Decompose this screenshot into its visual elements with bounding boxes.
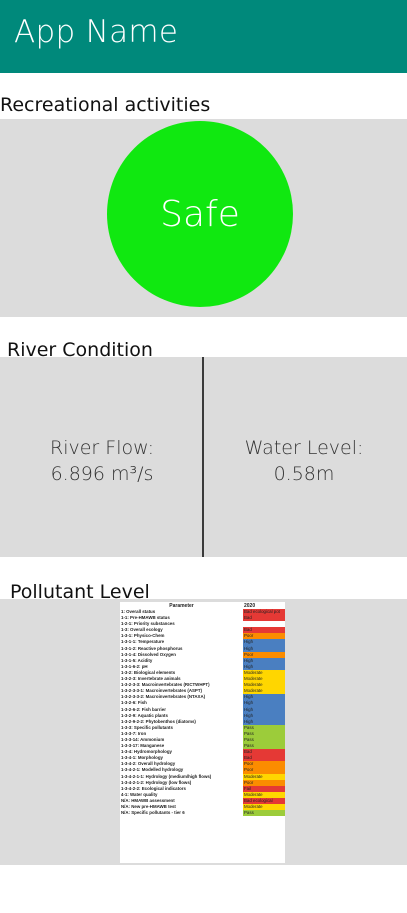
- recreation-card: Safe: [0, 119, 407, 317]
- pollutant-table: Parameter 2020 1: Overall status Bad ecol…: [120, 602, 285, 817]
- pollutant-card: Parameter 2020 1: Overall status Bad ecol…: [0, 599, 407, 865]
- water-level-value: 0.58m: [273, 463, 335, 485]
- river-card: River Flow: 6.896 m³/s Water Level: 0.58…: [0, 357, 407, 557]
- app-title: App Name: [14, 14, 179, 50]
- safety-status-indicator: Safe: [107, 121, 293, 307]
- status-cell: Pass: [243, 810, 285, 817]
- river-flow-metric: River Flow: 6.896 m³/s: [2, 435, 202, 487]
- recreation-section-title: Recreational activities: [0, 94, 211, 116]
- header-parameter: Parameter: [169, 602, 194, 609]
- pollutant-table-image: Parameter 2020 1: Overall status Bad ecol…: [120, 602, 285, 863]
- parameter-cell: N/A: Specific pollutants - tier 6: [121, 810, 185, 816]
- app-bar: App Name: [0, 0, 407, 73]
- water-level-label: Water Level:: [244, 437, 364, 459]
- header-year: 2020: [244, 602, 256, 609]
- table-row: N/A: Specific pollutants - tier 6 Pass: [120, 810, 285, 817]
- safety-status-label: Safe: [160, 193, 240, 235]
- river-flow-label: River Flow:: [50, 437, 154, 459]
- river-flow-value: 6.896 m³/s: [50, 463, 154, 485]
- water-level-metric: Water Level: 0.58m: [204, 435, 404, 487]
- table-row: 1-3-4-2-1-1: Hydrology (medium/high flow…: [120, 773, 285, 780]
- table-header-row: Parameter 2020: [120, 602, 285, 609]
